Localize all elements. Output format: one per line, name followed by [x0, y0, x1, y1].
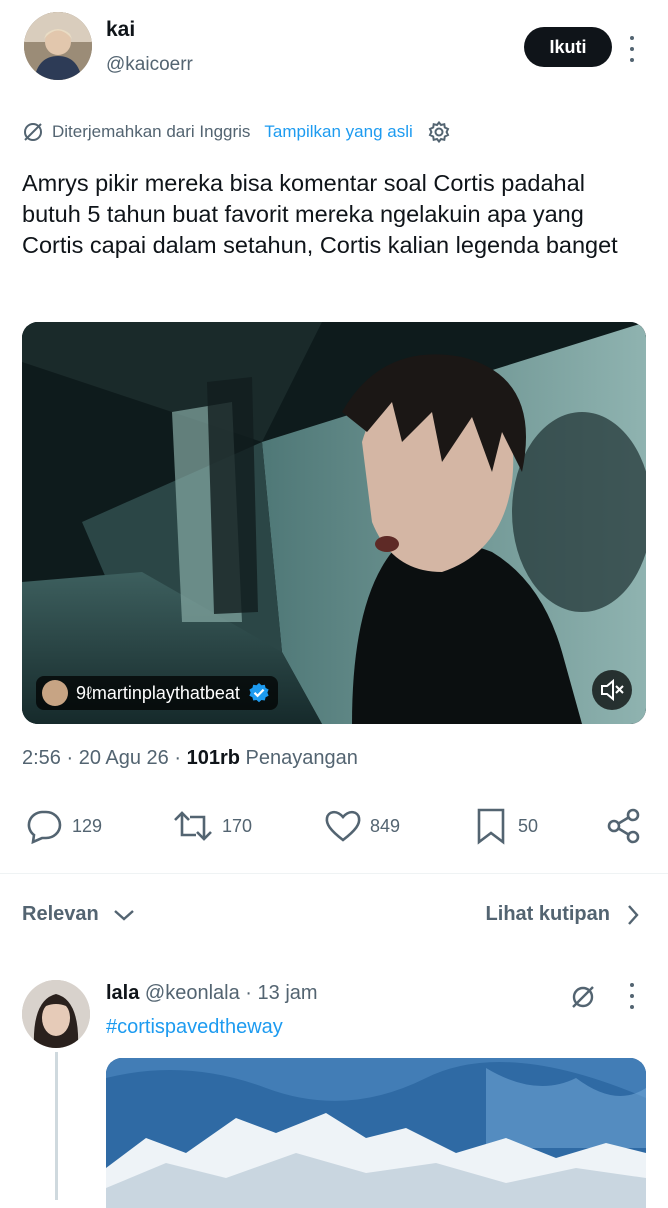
mute-button[interactable] [592, 670, 632, 710]
tweet-meta: 2:56 · 20 Agu 26 · 101rb Penayangan [22, 747, 358, 770]
reply-icon [24, 808, 64, 844]
reply-action[interactable]: 129 [24, 806, 102, 846]
bookmark-count: 50 [518, 815, 539, 836]
views-label: Penayangan [245, 747, 358, 769]
sort-label: Relevan [22, 903, 99, 925]
translate-icon [22, 121, 44, 143]
tweet-time[interactable]: 2:56 [22, 747, 61, 770]
sort-dropdown[interactable]: Relevan [22, 903, 135, 926]
repost-action[interactable]: 170 [172, 806, 252, 846]
show-original-link[interactable]: Tampilkan yang asli [264, 122, 412, 142]
divider [0, 873, 668, 874]
author-handle[interactable]: @kaicoerr [106, 54, 193, 76]
reply-author-name[interactable]: lala [106, 982, 139, 1005]
translation-row: Diterjemahkan dari Inggris Tampilkan yan… [22, 118, 451, 146]
media-credit[interactable]: 9ℓmartinplaythatbeat [36, 676, 278, 710]
grok-icon[interactable] [569, 983, 597, 1016]
thread-line [55, 1052, 58, 1200]
author-avatar[interactable] [24, 12, 92, 80]
share-action[interactable] [606, 806, 642, 846]
repost-icon [172, 808, 214, 844]
reply-time[interactable]: 13 jam [258, 982, 318, 1005]
repost-count: 170 [222, 815, 253, 836]
heart-icon [324, 808, 362, 844]
like-count: 849 [370, 815, 401, 836]
author-name[interactable]: kai [106, 18, 135, 42]
reply-image[interactable] [106, 1058, 646, 1208]
reply-hashtag[interactable]: #cortispavedtheway [106, 1016, 283, 1039]
bookmark-action[interactable]: 50 [476, 806, 538, 846]
tweet-date[interactable]: 20 Agu 26 [79, 747, 169, 770]
bookmark-icon [476, 807, 506, 845]
reply-more-options-icon[interactable] [629, 983, 635, 1009]
media-credit-label: 9ℓmartinplaythatbeat [76, 682, 240, 703]
verified-badge-icon [248, 682, 270, 704]
tweet-text: Amrys pikir mereka bisa komentar soal Co… [22, 170, 618, 258]
reply-author-handle[interactable]: @keonlala [145, 982, 240, 1005]
views-count: 101rb [186, 747, 240, 769]
more-options-icon[interactable] [629, 36, 635, 62]
like-action[interactable]: 849 [324, 806, 400, 846]
share-icon [606, 807, 642, 845]
follow-button[interactable]: Ikuti [524, 27, 612, 67]
chevron-down-icon [113, 908, 135, 922]
chevron-right-icon [626, 904, 640, 926]
mute-icon [599, 677, 625, 703]
reply-header: lala @keonlala · 13 jam [106, 982, 318, 1005]
reply-count: 129 [72, 815, 103, 836]
tweet-video[interactable] [22, 322, 646, 724]
credit-avatar [42, 680, 68, 706]
translation-label: Diterjemahkan dari Inggris [52, 122, 251, 141]
gear-icon[interactable] [427, 120, 451, 144]
view-quotes-link[interactable]: Lihat kutipan [486, 903, 640, 926]
view-quotes-label: Lihat kutipan [485, 903, 610, 925]
reply-avatar[interactable] [22, 980, 90, 1048]
